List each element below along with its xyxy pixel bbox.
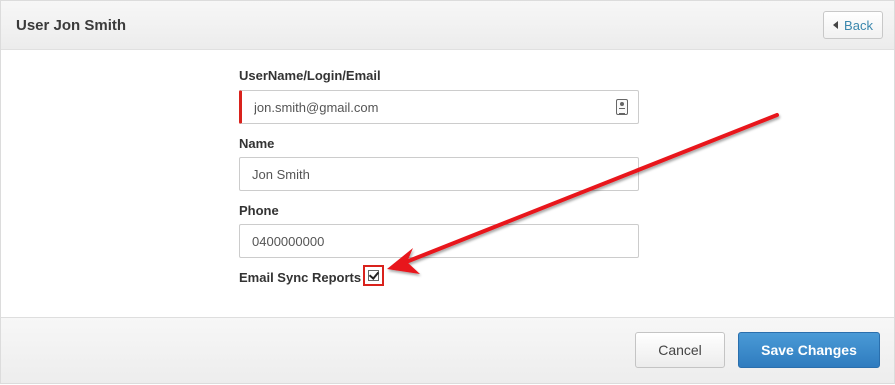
caret-left-icon — [833, 21, 839, 29]
user-edit-panel: User Jon Smith Back UserName/Login/Email… — [0, 0, 895, 384]
page-title: User Jon Smith — [16, 17, 127, 34]
name-field[interactable] — [239, 157, 639, 191]
username-label: UserName/Login/Email — [239, 68, 381, 83]
phone-label: Phone — [239, 203, 279, 218]
name-label: Name — [239, 136, 275, 151]
save-changes-button[interactable]: Save Changes — [738, 332, 880, 368]
panel-header: User Jon Smith Back — [1, 1, 894, 50]
cancel-button[interactable]: Cancel — [635, 332, 725, 368]
back-button-label: Back — [844, 17, 873, 33]
phone-field[interactable] — [239, 224, 639, 258]
email-sync-checkbox[interactable] — [368, 270, 379, 281]
username-field[interactable] — [239, 90, 639, 124]
contact-card-icon[interactable] — [616, 99, 628, 115]
email-sync-label: Email Sync Reports — [239, 270, 362, 285]
checkbox-highlight — [363, 265, 384, 286]
back-button[interactable]: Back — [823, 11, 883, 39]
